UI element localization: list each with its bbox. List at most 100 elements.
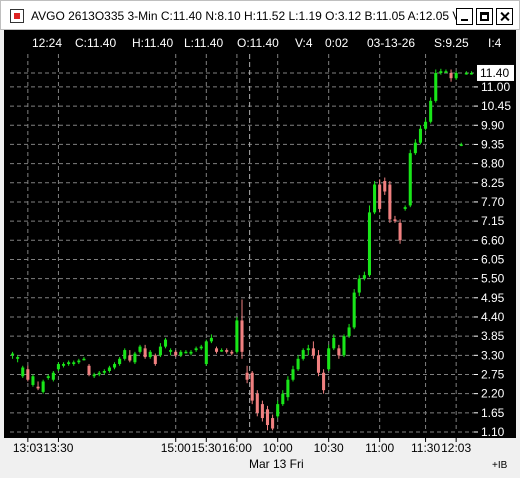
candle xyxy=(383,177,387,195)
corner-label: +IB xyxy=(492,460,508,471)
candle xyxy=(153,353,157,366)
maximize-button[interactable] xyxy=(476,8,493,25)
y-tick-label: 9.90 xyxy=(481,118,505,132)
candle-body xyxy=(199,346,203,349)
candle xyxy=(291,365,295,382)
x-tick-label: 11:00 xyxy=(365,441,394,455)
candle-body xyxy=(67,362,71,365)
candle-body xyxy=(306,348,310,351)
candle-body xyxy=(123,350,127,359)
candle-body xyxy=(459,144,463,146)
candle-body xyxy=(133,353,137,363)
candle-body xyxy=(322,372,326,391)
status-high: H:11.40 xyxy=(132,36,173,50)
candle-body xyxy=(143,348,147,358)
candle xyxy=(296,355,300,371)
candle-body xyxy=(245,372,249,380)
candle xyxy=(240,299,244,359)
y-tick-label: 1.65 xyxy=(481,406,505,420)
candle xyxy=(189,350,193,356)
candle-body xyxy=(214,348,219,352)
y-tick-label: 2.20 xyxy=(481,387,505,401)
candle-body xyxy=(439,71,443,73)
candle-body xyxy=(51,372,55,380)
y-tick-label: 3.30 xyxy=(481,348,505,362)
candle xyxy=(31,374,35,387)
candle xyxy=(123,348,127,361)
candle xyxy=(163,337,168,349)
x-tick-label: 11:30 xyxy=(411,441,440,455)
candle-body xyxy=(62,364,66,366)
candle-body xyxy=(429,100,433,122)
x-tick-label: 12:03 xyxy=(441,441,471,455)
candle-body xyxy=(281,393,285,405)
candle xyxy=(245,365,249,384)
candle xyxy=(337,344,341,359)
candle xyxy=(143,344,147,359)
y-tick-label: 6.60 xyxy=(481,233,505,247)
candle-body xyxy=(138,346,142,352)
status-i: I:4 xyxy=(488,36,502,50)
candle xyxy=(449,69,453,82)
candle xyxy=(347,323,351,338)
candle-body xyxy=(347,327,351,337)
candle-body xyxy=(367,212,372,276)
candle-body xyxy=(174,351,178,356)
candle-body xyxy=(352,292,356,328)
candle-body xyxy=(418,128,422,143)
candle-body xyxy=(337,348,341,356)
candle xyxy=(464,71,468,75)
candle-body xyxy=(403,207,407,209)
candle xyxy=(388,181,392,223)
y-tick-label: 5.50 xyxy=(481,272,505,286)
candle xyxy=(92,372,96,378)
candle xyxy=(133,351,137,365)
status-open: O:11.40 xyxy=(237,36,279,50)
candle xyxy=(102,369,106,375)
candle-body xyxy=(260,404,264,419)
y-tick-label: 6.05 xyxy=(481,252,505,266)
candle xyxy=(46,374,50,380)
candle xyxy=(332,334,336,351)
candle xyxy=(260,400,264,422)
candle xyxy=(220,348,224,352)
price-chart[interactable]: 12:24 C:11.40 H:11.40 L:11.40 O:11.40 V:… xyxy=(4,30,516,474)
candle xyxy=(255,390,259,417)
candle xyxy=(271,414,275,431)
candle xyxy=(393,215,397,223)
candle-body xyxy=(128,355,132,361)
candle xyxy=(367,205,372,277)
candle xyxy=(194,346,198,352)
status-close: C:11.40 xyxy=(75,36,116,50)
status-volume: V:4 xyxy=(295,36,313,50)
x-tick-label: 10:30 xyxy=(314,441,344,455)
candle xyxy=(112,362,117,370)
candle-body xyxy=(327,348,331,370)
candle-body xyxy=(255,393,259,413)
candle xyxy=(97,371,101,377)
candle-body xyxy=(424,121,428,129)
candle-body xyxy=(21,367,25,377)
x-tick-label: 16:00 xyxy=(222,441,252,455)
candle-body xyxy=(408,153,412,206)
status-s: S:9.25 xyxy=(434,36,469,50)
y-tick-label: 10.45 xyxy=(481,99,511,113)
close-button[interactable] xyxy=(496,8,513,25)
candle-body xyxy=(82,358,86,361)
candle xyxy=(148,350,152,359)
y-tick-label: 2.75 xyxy=(481,367,505,381)
status-elapsed: 0:02 xyxy=(325,36,349,50)
candle xyxy=(327,344,331,371)
candle xyxy=(439,68,443,75)
app-icon[interactable] xyxy=(10,9,24,23)
minimize-button[interactable] xyxy=(456,8,473,25)
candle xyxy=(276,400,280,419)
candles xyxy=(11,68,473,431)
chart-area[interactable]: 12:24 C:11.40 H:11.40 L:11.40 O:11.40 V:… xyxy=(4,30,516,474)
candle-body xyxy=(158,346,162,356)
candle xyxy=(444,69,448,73)
candle xyxy=(378,179,382,213)
candle xyxy=(26,365,30,382)
candle-body xyxy=(383,181,387,192)
candle xyxy=(199,344,203,351)
